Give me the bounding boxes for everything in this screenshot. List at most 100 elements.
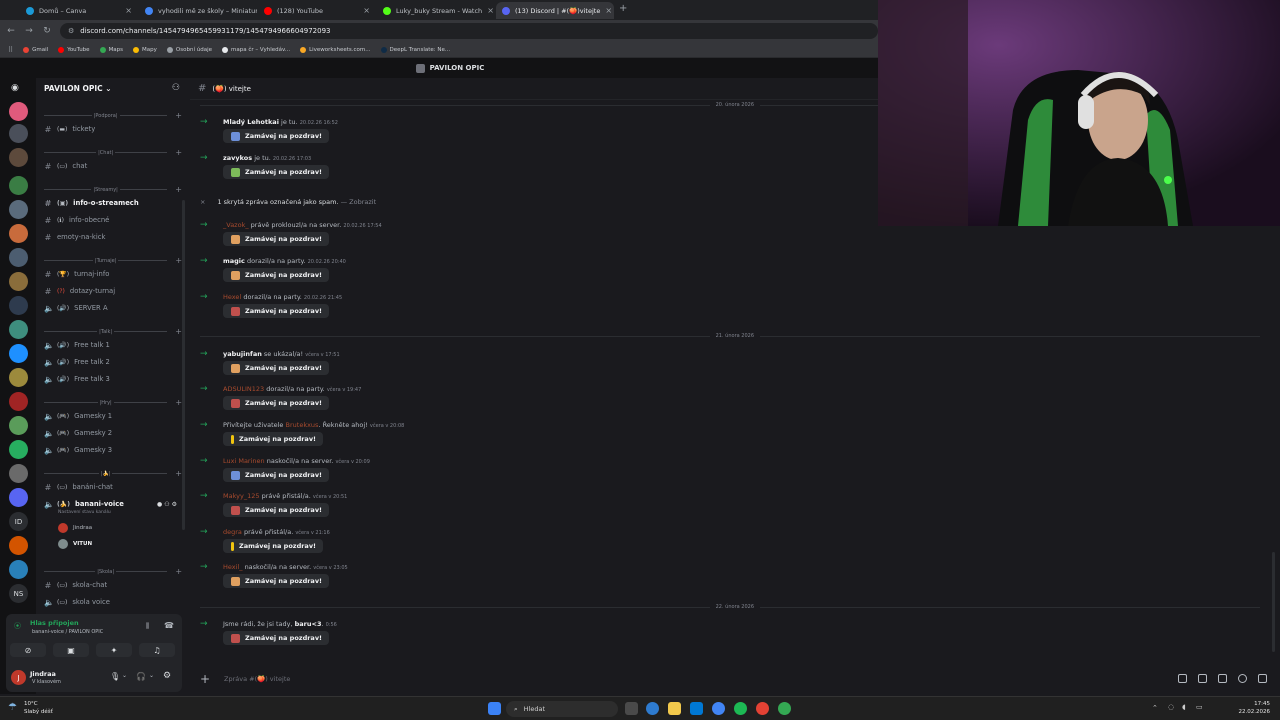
- back-icon[interactable]: ←: [4, 26, 18, 36]
- chevron-down-icon[interactable]: ⌄: [122, 672, 127, 679]
- message-composer[interactable]: + Zpráva #(🍑) vitejte: [190, 668, 1280, 690]
- show-spam-link[interactable]: — Zobrazit: [341, 198, 377, 206]
- server-icon[interactable]: [9, 124, 28, 143]
- wave-button[interactable]: Zamávej na pozdrav!: [223, 468, 330, 482]
- channel-chat[interactable]: # (▭) chat: [44, 159, 179, 173]
- voice-status[interactable]: Hlas připojen: [30, 619, 79, 627]
- category-chat[interactable]: |Chat| +: [42, 148, 182, 157]
- task-view-icon[interactable]: [625, 702, 638, 715]
- headphones-icon[interactable]: 🎧: [136, 672, 146, 681]
- spotify-icon[interactable]: [734, 702, 747, 715]
- channel-info-obecne[interactable]: # (ℹ) info-obecné: [44, 213, 179, 227]
- soundboard-button[interactable]: ♫: [139, 643, 175, 657]
- add-channel-icon[interactable]: +: [175, 148, 182, 157]
- close-icon[interactable]: ×: [487, 6, 494, 15]
- channel-free-talk-2[interactable]: 🔈 (🔊) Free talk 2: [44, 355, 179, 369]
- battery-icon[interactable]: ▭: [1196, 703, 1203, 711]
- close-icon[interactable]: ×: [200, 198, 205, 206]
- server-icon[interactable]: [9, 488, 28, 507]
- system-clock[interactable]: 17:45 22.02.2026: [1239, 700, 1271, 716]
- channel-skola-chat[interactable]: # (▭) skola-chat: [44, 578, 179, 592]
- server-icon[interactable]: [9, 464, 28, 483]
- wave-button[interactable]: Zamávej na pozdrav!: [223, 268, 330, 282]
- server-icon[interactable]: [9, 320, 28, 339]
- message-author[interactable]: yabujinfan: [223, 350, 262, 358]
- signal-icon[interactable]: ⦿: [14, 621, 21, 631]
- wave-button[interactable]: Zamávej na pozdrav!: [223, 165, 330, 179]
- close-icon[interactable]: ×: [605, 6, 612, 15]
- settings-gear-icon[interactable]: ⚙: [163, 671, 171, 681]
- category-podpora[interactable]: |Podpora| +: [42, 111, 182, 120]
- channel-free-talk-1[interactable]: 🔈 (🔊) Free talk 1: [44, 338, 179, 352]
- message-author[interactable]: magic: [223, 257, 245, 265]
- gift-icon[interactable]: [1178, 674, 1187, 683]
- server-name[interactable]: PAVILON OPIC ⌄: [44, 84, 112, 93]
- store-icon[interactable]: [690, 702, 703, 715]
- voice-user[interactable]: Jindraa: [58, 523, 92, 533]
- url-field[interactable]: ⚙ discord.com/channels/14547949654599311…: [60, 23, 878, 39]
- add-channel-icon[interactable]: +: [175, 185, 182, 194]
- channel-banani-voice[interactable]: 🔈 (🍌) banani-voice ●⚇⚙: [44, 497, 179, 511]
- channel-turnaj-info[interactable]: # (🏆) turnaj-info: [44, 267, 179, 281]
- server-icon[interactable]: [9, 102, 28, 121]
- server-icon[interactable]: [9, 272, 28, 291]
- voice-status-text[interactable]: Nastavení stavu kanálu: [58, 510, 111, 515]
- channel-tickety[interactable]: # (▬) tickety: [44, 122, 179, 136]
- channel-actions-icon[interactable]: ●⚇⚙: [157, 501, 179, 508]
- message-input[interactable]: Zpráva #(🍑) vitejte: [224, 675, 290, 683]
- channel-gamesky-2[interactable]: 🔈 (🎮) Gamesky 2: [44, 426, 179, 440]
- attach-plus-icon[interactable]: +: [200, 672, 210, 686]
- camera-button[interactable]: ⊘: [10, 643, 46, 657]
- chat-scrollbar[interactable]: [1272, 552, 1275, 652]
- bookmark[interactable]: Mapy: [133, 46, 157, 53]
- forward-icon[interactable]: →: [22, 26, 36, 36]
- category-bananove[interactable]: |🍌| +: [42, 469, 182, 478]
- weather-widget[interactable]: 10°C Slabý déšť: [24, 700, 53, 716]
- activities-button[interactable]: ✦: [96, 643, 132, 657]
- add-channel-icon[interactable]: +: [175, 567, 182, 576]
- disconnect-icon[interactable]: ☎: [164, 621, 174, 630]
- wave-button[interactable]: Zamávej na pozdrav!: [223, 304, 330, 318]
- add-channel-icon[interactable]: +: [175, 256, 182, 265]
- close-icon[interactable]: ×: [363, 6, 370, 15]
- message-author[interactable]: zavykos: [223, 154, 252, 162]
- add-channel-icon[interactable]: +: [175, 469, 182, 478]
- channel-emoty-na-kick[interactable]: # emoty-na-kick: [44, 230, 179, 244]
- channel-free-talk-3[interactable]: 🔈 (🔊) Free talk 3: [44, 372, 179, 386]
- discord-home-icon[interactable]: ◉: [11, 83, 19, 93]
- close-icon[interactable]: ×: [125, 6, 132, 15]
- category-streamy[interactable]: |Streamy| +: [42, 185, 182, 194]
- bookmark[interactable]: Maps: [99, 46, 123, 53]
- voice-location[interactable]: banani-voice / PAVILON OPIC: [32, 629, 103, 635]
- chevron-down-icon[interactable]: ⌄: [149, 672, 154, 679]
- channel-info-o-streamech[interactable]: # (▣) info-o-streamech: [44, 196, 179, 210]
- chrome-profile-icon[interactable]: [778, 702, 791, 715]
- message-author[interactable]: degra: [223, 528, 242, 536]
- sticker-icon[interactable]: [1218, 674, 1227, 683]
- emoji-icon[interactable]: [1238, 674, 1247, 683]
- channel-server-a[interactable]: 🔈 (🔊) SERVER A: [44, 301, 179, 315]
- user-name[interactable]: Jindraa: [30, 670, 56, 678]
- browser-tab[interactable]: (128) YouTube ×: [258, 2, 376, 19]
- browser-tab[interactable]: vyhodili mě ze školy – Miniatur ×: [139, 2, 257, 19]
- message-author[interactable]: ADSULIN123: [223, 385, 264, 393]
- wave-button[interactable]: Zamávej na pozdrav!: [223, 361, 330, 375]
- server-icon[interactable]: [9, 148, 28, 167]
- edge-icon[interactable]: [646, 702, 659, 715]
- bookmark[interactable]: Liveworksheets.com...: [300, 46, 371, 53]
- channel-banani-chat[interactable]: # (▭) banáni-chat: [44, 480, 179, 494]
- bookmark[interactable]: DeepL Translate: Ne...: [380, 46, 450, 53]
- server-icon[interactable]: [9, 176, 28, 195]
- wifi-icon[interactable]: ◌: [1168, 703, 1174, 711]
- channel-gamesky-1[interactable]: 🔈 (🎮) Gamesky 1: [44, 409, 179, 423]
- file-explorer-icon[interactable]: [668, 702, 681, 715]
- category-hry[interactable]: |Hry| +: [42, 398, 182, 407]
- windows-start-icon[interactable]: [488, 702, 501, 715]
- wave-button[interactable]: Zamávej na pozdrav!: [223, 574, 330, 588]
- server-icon[interactable]: [9, 200, 28, 219]
- noise-suppression-icon[interactable]: ⫼: [146, 622, 149, 631]
- apps-icon[interactable]: [1258, 674, 1267, 683]
- microphone-icon[interactable]: 🎙: [110, 672, 120, 681]
- category-talk[interactable]: |Talk| +: [42, 327, 182, 336]
- server-icon[interactable]: ID: [9, 512, 28, 531]
